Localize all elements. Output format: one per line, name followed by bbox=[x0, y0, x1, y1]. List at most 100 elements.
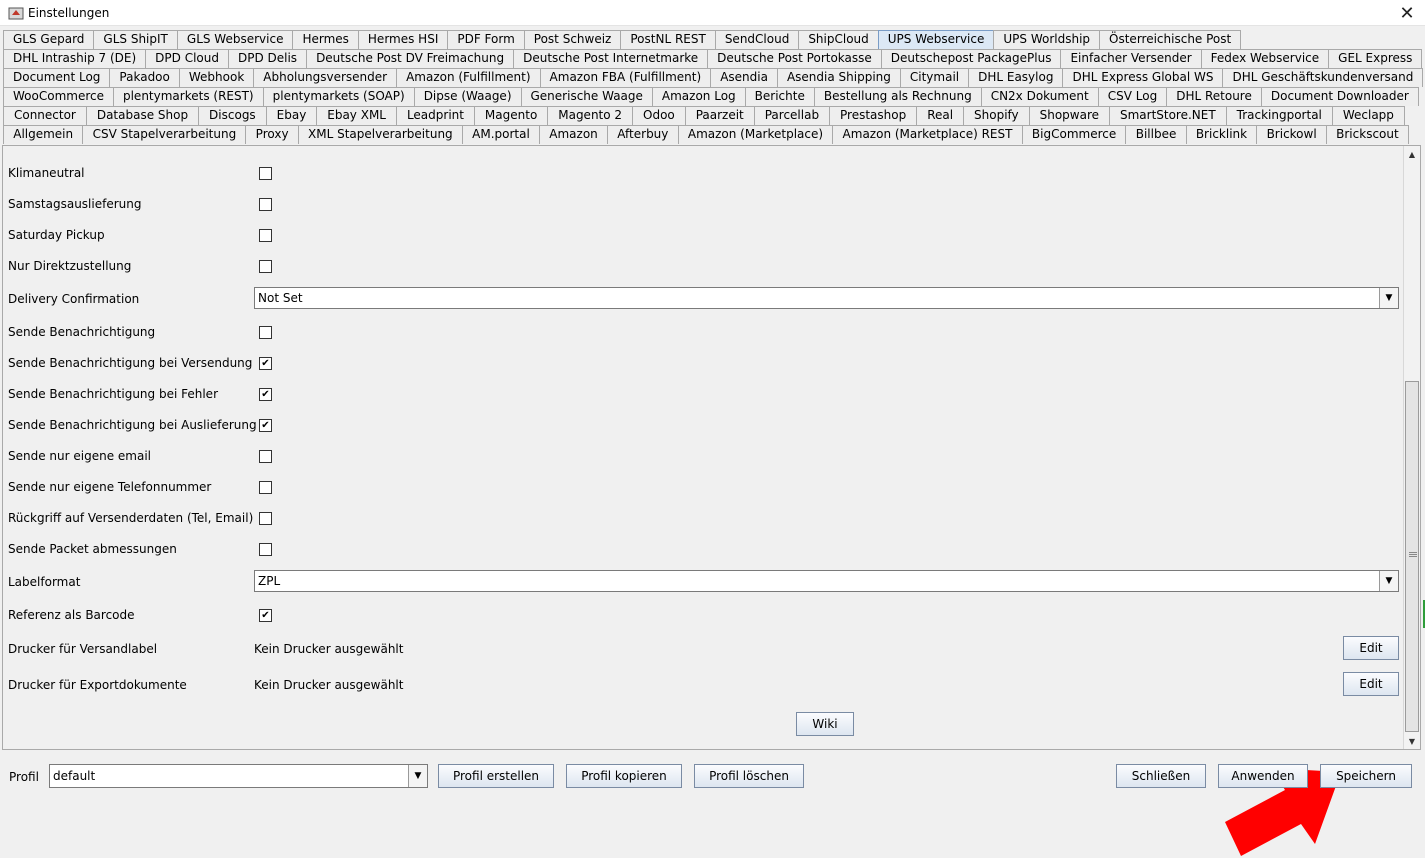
tab-amazon-fulfillment[interactable]: Amazon (Fulfillment) bbox=[396, 68, 541, 87]
tab-hermes[interactable]: Hermes bbox=[292, 30, 359, 49]
tab-österreichische-post[interactable]: Österreichische Post bbox=[1099, 30, 1242, 49]
scroll-down-icon[interactable]: ▼ bbox=[1404, 733, 1420, 749]
tab-paarzeit[interactable]: Paarzeit bbox=[684, 106, 755, 125]
chevron-down-icon[interactable]: ▼ bbox=[1379, 288, 1398, 308]
packet-abmessungen-checkbox[interactable] bbox=[259, 543, 272, 556]
tab-ups-worldship[interactable]: UPS Worldship bbox=[993, 30, 1101, 49]
tab-cn2x-dokument[interactable]: CN2x Dokument bbox=[980, 87, 1099, 106]
eigene-telefon-checkbox[interactable] bbox=[259, 481, 272, 494]
edit-versandlabel-button[interactable]: Edit bbox=[1343, 636, 1399, 660]
tab-asendia-shipping[interactable]: Asendia Shipping bbox=[776, 68, 901, 87]
tab-proxy[interactable]: Proxy bbox=[245, 125, 299, 144]
tab-csv-stapelverarbeitung[interactable]: CSV Stapelverarbeitung bbox=[82, 125, 247, 144]
tab-fedex-webservice[interactable]: Fedex Webservice bbox=[1200, 49, 1330, 68]
tab-dpd-delis[interactable]: DPD Delis bbox=[227, 49, 308, 68]
tab-real[interactable]: Real bbox=[916, 106, 965, 125]
edit-export-button[interactable]: Edit bbox=[1343, 672, 1399, 696]
tab-deutsche-post-internetmarke[interactable]: Deutsche Post Internetmarke bbox=[513, 49, 709, 68]
eigene-email-checkbox[interactable] bbox=[259, 450, 272, 463]
speichern-button[interactable]: Speichern bbox=[1320, 764, 1412, 788]
tab-xml-stapelverarbeitung[interactable]: XML Stapelverarbeitung bbox=[297, 125, 463, 144]
profil-loeschen-button[interactable]: Profil löschen bbox=[694, 764, 804, 788]
tab-leadprint[interactable]: Leadprint bbox=[395, 106, 475, 125]
tab-bricklink[interactable]: Bricklink bbox=[1185, 125, 1258, 144]
tab-smartstore-net[interactable]: SmartStore.NET bbox=[1109, 106, 1227, 125]
tab-dhl-geschäftskundenversand[interactable]: DHL Geschäftskundenversand bbox=[1222, 68, 1424, 87]
tab-amazon-fba-fulfillment[interactable]: Amazon FBA (Fulfillment) bbox=[539, 68, 712, 87]
benachrichtigung-checkbox[interactable] bbox=[259, 326, 272, 339]
tab-dhl-express-global-ws[interactable]: DHL Express Global WS bbox=[1062, 68, 1224, 87]
tab-billbee[interactable]: Billbee bbox=[1125, 125, 1187, 144]
benach-versendung-checkbox[interactable]: ✔ bbox=[259, 357, 272, 370]
tab-database-shop[interactable]: Database Shop bbox=[85, 106, 200, 125]
tab-generische-waage[interactable]: Generische Waage bbox=[520, 87, 653, 106]
profile-select[interactable]: default ▼ bbox=[49, 764, 428, 788]
tab-dipse-waage[interactable]: Dipse (Waage) bbox=[413, 87, 522, 106]
tab-pakadoo[interactable]: Pakadoo bbox=[109, 68, 180, 87]
profil-kopieren-button[interactable]: Profil kopieren bbox=[566, 764, 682, 788]
tab-magento-2[interactable]: Magento 2 bbox=[547, 106, 634, 125]
anwenden-button[interactable]: Anwenden bbox=[1218, 764, 1308, 788]
tab-citymail[interactable]: Citymail bbox=[899, 68, 970, 87]
close-icon[interactable]: ✕ bbox=[1389, 0, 1425, 26]
vertical-scrollbar[interactable]: ▲ ▼ bbox=[1403, 146, 1420, 749]
tab-document-log[interactable]: Document Log bbox=[3, 68, 111, 87]
tab-dhl-intraship-7-de[interactable]: DHL Intraship 7 (DE) bbox=[3, 49, 147, 68]
tab-asendia[interactable]: Asendia bbox=[710, 68, 778, 87]
tab-afterbuy[interactable]: Afterbuy bbox=[607, 125, 679, 144]
tab-document-downloader[interactable]: Document Downloader bbox=[1260, 87, 1419, 106]
tab-ebay-xml[interactable]: Ebay XML bbox=[316, 106, 397, 125]
tab-einfacher-versender[interactable]: Einfacher Versender bbox=[1060, 49, 1202, 68]
tab-amazon-marketplace[interactable]: Amazon (Marketplace) bbox=[677, 125, 834, 144]
tab-bigcommerce[interactable]: BigCommerce bbox=[1021, 125, 1127, 144]
tab-shopify[interactable]: Shopify bbox=[963, 106, 1030, 125]
tab-woocommerce[interactable]: WooCommerce bbox=[3, 87, 114, 106]
tab-dpd-cloud[interactable]: DPD Cloud bbox=[145, 49, 229, 68]
tab-deutsche-post-portokasse[interactable]: Deutsche Post Portokasse bbox=[707, 49, 882, 68]
tab-postnl-rest[interactable]: PostNL REST bbox=[620, 30, 716, 49]
tab-am-portal[interactable]: AM.portal bbox=[461, 125, 541, 144]
benach-fehler-checkbox[interactable]: ✔ bbox=[259, 388, 272, 401]
tab-magento[interactable]: Magento bbox=[473, 106, 549, 125]
saturday-pickup-checkbox[interactable] bbox=[259, 229, 272, 242]
tab-sendcloud[interactable]: SendCloud bbox=[714, 30, 800, 49]
tab-amazon[interactable]: Amazon bbox=[539, 125, 609, 144]
tab-allgemein[interactable]: Allgemein bbox=[3, 125, 84, 144]
tab-dhl-retoure[interactable]: DHL Retoure bbox=[1166, 87, 1262, 106]
tab-ebay[interactable]: Ebay bbox=[265, 106, 318, 125]
tab-gel-express[interactable]: GEL Express bbox=[1328, 49, 1423, 68]
tab-berichte[interactable]: Berichte bbox=[744, 87, 815, 106]
benach-auslieferung-checkbox[interactable]: ✔ bbox=[259, 419, 272, 432]
chevron-down-icon[interactable]: ▼ bbox=[1379, 571, 1398, 591]
tab-csv-log[interactable]: CSV Log bbox=[1097, 87, 1168, 106]
tab-connector[interactable]: Connector bbox=[3, 106, 87, 125]
tab-deutschepost-packageplus[interactable]: Deutschepost PackagePlus bbox=[880, 49, 1062, 68]
referenz-barcode-checkbox[interactable]: ✔ bbox=[259, 609, 272, 622]
tab-webhook[interactable]: Webhook bbox=[178, 68, 255, 87]
tab-amazon-marketplace-rest[interactable]: Amazon (Marketplace) REST bbox=[832, 125, 1023, 144]
labelformat-select[interactable]: ZPL ▼ bbox=[254, 570, 1399, 592]
tab-parcellab[interactable]: Parcellab bbox=[753, 106, 831, 125]
tab-amazon-log[interactable]: Amazon Log bbox=[651, 87, 746, 106]
tab-plentymarkets-rest[interactable]: plentymarkets (REST) bbox=[112, 87, 264, 106]
klimaneutral-checkbox[interactable] bbox=[259, 167, 272, 180]
tab-pdf-form[interactable]: PDF Form bbox=[447, 30, 525, 49]
tab-prestashop[interactable]: Prestashop bbox=[829, 106, 918, 125]
wiki-button[interactable]: Wiki bbox=[796, 712, 854, 736]
samstag-checkbox[interactable] bbox=[259, 198, 272, 211]
direktzustellung-checkbox[interactable] bbox=[259, 260, 272, 273]
tab-plentymarkets-soap[interactable]: plentymarkets (SOAP) bbox=[262, 87, 415, 106]
rueckgriff-checkbox[interactable] bbox=[259, 512, 272, 525]
scroll-up-icon[interactable]: ▲ bbox=[1404, 146, 1420, 162]
tab-discogs[interactable]: Discogs bbox=[198, 106, 267, 125]
tab-bestellung-als-rechnung[interactable]: Bestellung als Rechnung bbox=[813, 87, 982, 106]
tab-shopware[interactable]: Shopware bbox=[1028, 106, 1110, 125]
tab-gls-webservice[interactable]: GLS Webservice bbox=[176, 30, 294, 49]
tab-brickscout[interactable]: Brickscout bbox=[1325, 125, 1409, 144]
chevron-down-icon[interactable]: ▼ bbox=[408, 765, 427, 787]
tab-trackingportal[interactable]: Trackingportal bbox=[1225, 106, 1333, 125]
tab-weclapp[interactable]: Weclapp bbox=[1331, 106, 1405, 125]
tab-abholungsversender[interactable]: Abholungsversender bbox=[253, 68, 398, 87]
tab-hermes-hsi[interactable]: Hermes HSI bbox=[357, 30, 449, 49]
tab-gls-shipit[interactable]: GLS ShipIT bbox=[93, 30, 178, 49]
